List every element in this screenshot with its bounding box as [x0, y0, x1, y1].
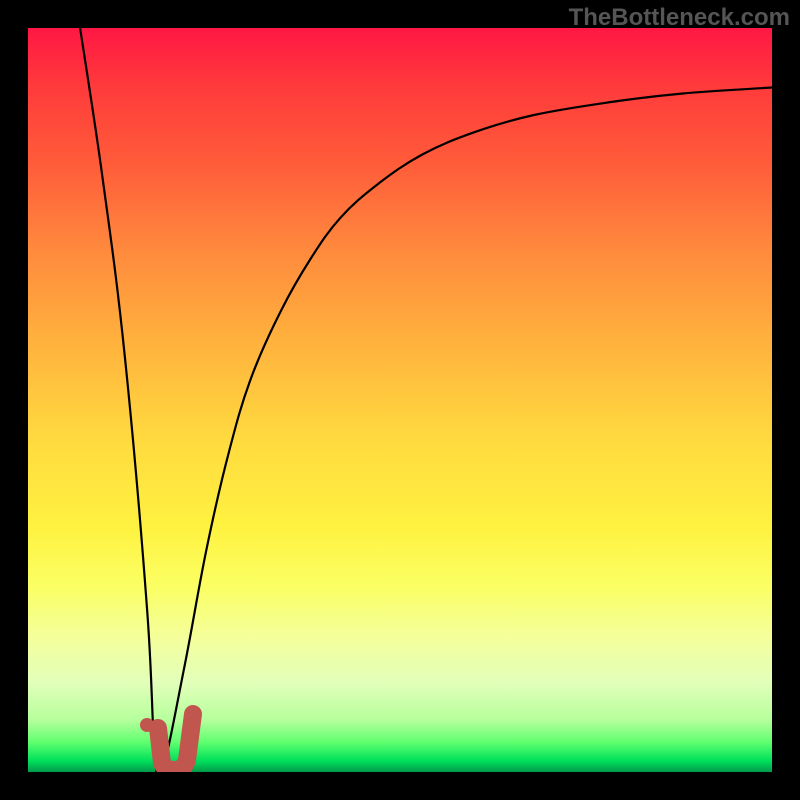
plot-area	[28, 28, 772, 772]
optimum-dot-icon	[140, 718, 154, 732]
chart-frame: TheBottleneck.com	[0, 0, 800, 800]
chart-svg	[28, 28, 772, 772]
optimum-j-marker	[158, 714, 193, 770]
bottleneck-curve	[80, 28, 772, 772]
